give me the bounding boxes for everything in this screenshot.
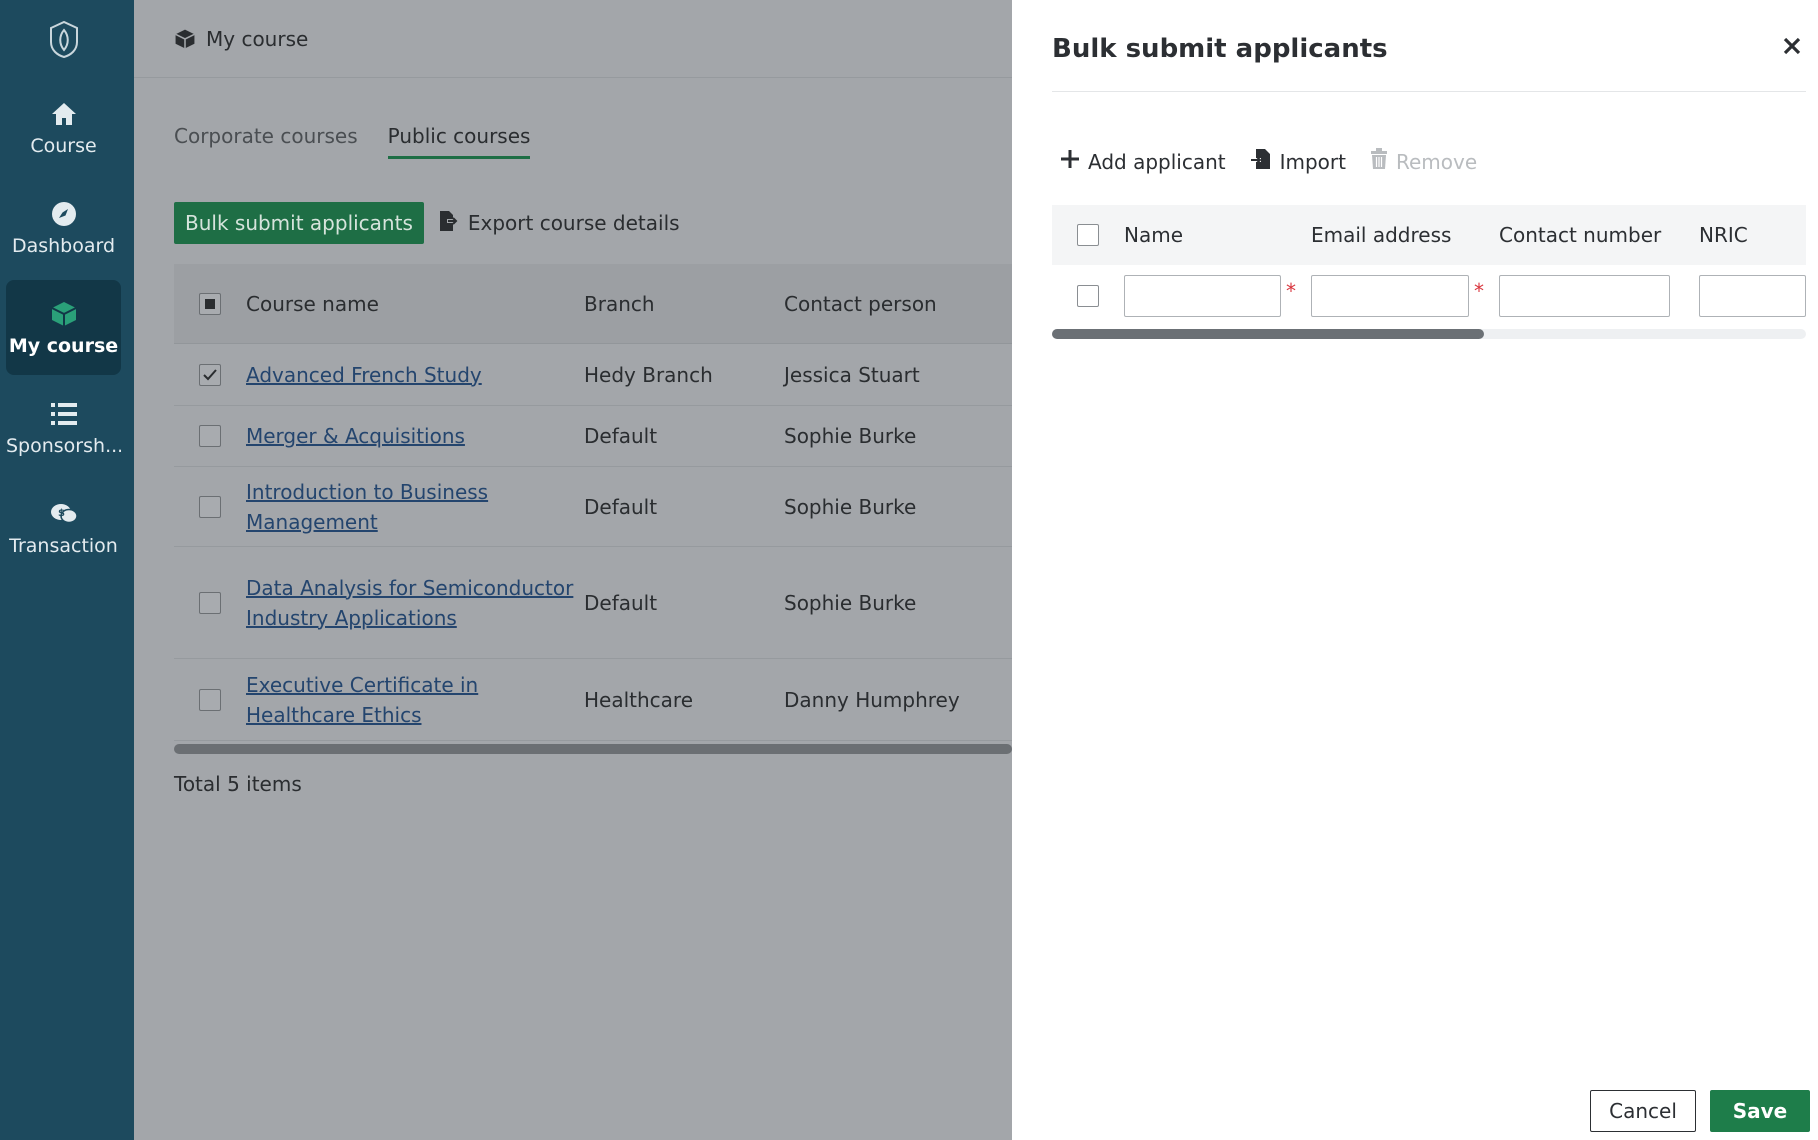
- compass-icon: [49, 199, 79, 229]
- list-icon: [49, 399, 79, 429]
- applicant-grid: Name Email address Contact number NRIC *…: [1052, 205, 1806, 339]
- cancel-button[interactable]: Cancel: [1590, 1090, 1696, 1132]
- sidebar-item-label: Course: [30, 134, 97, 157]
- sidebar-item-transaction[interactable]: $ Transaction: [6, 480, 121, 575]
- course-link[interactable]: Executive Certificate in Healthcare Ethi…: [246, 673, 478, 727]
- add-applicant-label: Add applicant: [1088, 149, 1226, 174]
- column-header: Branch: [584, 291, 655, 316]
- contact-cell: Sophie Burke: [784, 494, 917, 519]
- sidebar-item-my-course[interactable]: My course: [6, 280, 121, 375]
- applicant-row-checkbox[interactable]: [1077, 285, 1099, 307]
- name-input[interactable]: [1124, 275, 1281, 317]
- branch-cell: Healthcare: [584, 687, 694, 712]
- column-header: Contact number: [1499, 223, 1662, 247]
- export-course-details-button[interactable]: Export course details: [438, 210, 680, 237]
- app-logo-icon[interactable]: [47, 20, 81, 59]
- row-checkbox[interactable]: [199, 363, 221, 386]
- import-label: Import: [1279, 149, 1346, 174]
- grid-header: Name Email address Contact number NRIC: [1052, 205, 1806, 265]
- total-items: Total 5 items: [174, 772, 302, 796]
- import-button[interactable]: Import: [1250, 148, 1346, 175]
- course-link[interactable]: Advanced French Study: [246, 363, 482, 387]
- required-marker: *: [1286, 279, 1296, 303]
- email-input[interactable]: [1311, 275, 1469, 317]
- table-row: Merger & Acquisitions Default Sophie Bur…: [174, 406, 1012, 467]
- course-link[interactable]: Data Analysis for Semiconductor Industry…: [246, 576, 573, 630]
- home-icon: [49, 99, 79, 129]
- chat-money-icon: $: [49, 499, 79, 529]
- page-header: My course: [134, 0, 1012, 78]
- sidebar: Course Dashboard My course Sponsorsh... …: [0, 0, 134, 1140]
- tab-corporate-courses[interactable]: Corporate courses: [174, 124, 358, 159]
- column-header: Contact person: [784, 291, 937, 316]
- contact-cell: Sophie Burke: [784, 590, 917, 615]
- remove-button[interactable]: Remove: [1370, 148, 1477, 175]
- column-header: NRIC: [1699, 223, 1748, 247]
- main-content: My course Corporate courses Public cours…: [134, 0, 1012, 1140]
- course-tabs: Corporate courses Public courses: [174, 124, 531, 159]
- branch-cell: Hedy Branch: [584, 362, 713, 387]
- contact-cell: Jessica Stuart: [784, 362, 920, 387]
- applicant-row: * *: [1052, 265, 1806, 327]
- required-marker: *: [1474, 279, 1484, 303]
- row-checkbox[interactable]: [199, 688, 221, 711]
- sidebar-item-sponsorship[interactable]: Sponsorsh...: [6, 380, 121, 475]
- row-checkbox[interactable]: [199, 495, 221, 518]
- bulk-submit-drawer: Bulk submit applicants Add applicant Imp…: [1012, 0, 1818, 1140]
- branch-cell: Default: [584, 424, 658, 448]
- table-row: Advanced French Study Hedy Branch Jessic…: [174, 344, 1012, 406]
- column-header: Course name: [246, 291, 379, 316]
- branch-cell: Default: [584, 590, 658, 615]
- remove-label: Remove: [1396, 149, 1478, 174]
- course-link[interactable]: Introduction to Business Management: [246, 480, 488, 534]
- plus-icon: [1060, 149, 1080, 174]
- sidebar-item-dashboard[interactable]: Dashboard: [6, 180, 121, 275]
- table-row: Data Analysis for Semiconductor Industry…: [174, 547, 1012, 659]
- course-table: Course name Branch Contact person Advanc…: [174, 264, 1012, 754]
- export-file-icon: [438, 210, 458, 237]
- table-actions: Bulk submit applicants Export course det…: [174, 202, 680, 244]
- trash-icon: [1370, 148, 1388, 175]
- grid-scrollbar[interactable]: [1052, 329, 1806, 339]
- import-file-icon: [1250, 148, 1272, 175]
- divider: [1052, 91, 1806, 92]
- row-checkbox[interactable]: [199, 591, 221, 614]
- nric-input[interactable]: [1699, 275, 1806, 317]
- box-icon: [49, 299, 79, 329]
- column-header: Name: [1124, 223, 1184, 247]
- box-icon: [174, 28, 196, 50]
- sidebar-item-label: Dashboard: [11, 234, 116, 257]
- grid-scrollbar-thumb[interactable]: [1052, 329, 1484, 339]
- page-title: My course: [206, 26, 309, 51]
- table-header: Course name Branch Contact person: [174, 264, 1012, 344]
- sidebar-item-label: Sponsorsh...: [6, 434, 121, 457]
- drawer-title: Bulk submit applicants: [1052, 34, 1388, 64]
- contact-cell: Sophie Burke: [784, 424, 917, 448]
- svg-text:$: $: [58, 508, 65, 519]
- sidebar-item-course[interactable]: Course: [6, 80, 121, 175]
- branch-cell: Default: [584, 494, 658, 519]
- add-applicant-button[interactable]: Add applicant: [1060, 149, 1226, 174]
- tab-public-courses[interactable]: Public courses: [387, 124, 531, 159]
- bulk-submit-button[interactable]: Bulk submit applicants: [174, 202, 424, 244]
- save-button[interactable]: Save: [1710, 1090, 1810, 1132]
- sidebar-item-label: My course: [8, 334, 119, 357]
- sidebar-item-label: Transaction: [9, 534, 118, 557]
- close-icon[interactable]: [1780, 36, 1804, 60]
- row-checkbox[interactable]: [199, 425, 221, 447]
- applicant-toolbar: Add applicant Import Remove: [1060, 148, 1477, 175]
- column-header: Email address: [1311, 223, 1452, 247]
- table-row: Executive Certificate in Healthcare Ethi…: [174, 659, 1012, 741]
- select-all-applicants-checkbox[interactable]: [1077, 224, 1099, 246]
- table-scrollbar[interactable]: [174, 744, 1012, 754]
- export-label: Export course details: [467, 211, 680, 235]
- table-row: Introduction to Business Management Defa…: [174, 467, 1012, 547]
- drawer-footer: Cancel Save: [1590, 1090, 1810, 1132]
- course-link[interactable]: Merger & Acquisitions: [246, 424, 465, 448]
- select-all-checkbox[interactable]: [199, 292, 221, 315]
- contact-cell: Danny Humphrey: [784, 687, 960, 712]
- contact-number-input[interactable]: [1499, 275, 1670, 317]
